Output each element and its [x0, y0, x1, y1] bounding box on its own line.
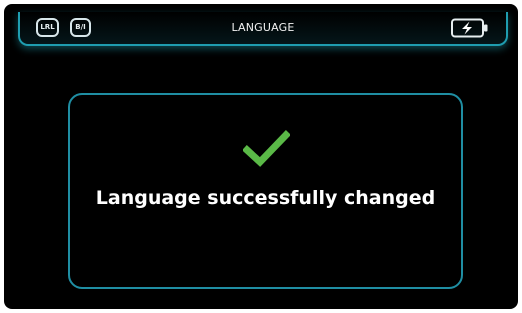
checkmark-icon [243, 130, 290, 167]
battery-charging-icon [451, 18, 488, 38]
success-message: Language successfully changed [95, 187, 436, 209]
device-screen: LRL B/I LANGUAGE Language successfully c… [4, 4, 518, 309]
top-status-bar: LRL B/I LANGUAGE [18, 12, 508, 46]
confirmation-dialog: Language successfully changed [68, 93, 463, 289]
screen-title: LANGUAGE [231, 21, 295, 34]
